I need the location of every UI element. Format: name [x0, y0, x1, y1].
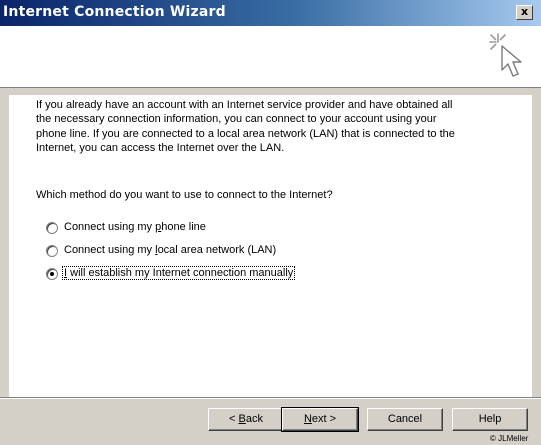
radio-phone-line[interactable] [46, 222, 58, 234]
button-text: Help [478, 413, 502, 425]
button-text: Cancel [387, 413, 423, 425]
close-button[interactable]: x [516, 5, 533, 20]
button-text: ack [245, 413, 263, 425]
label-text: Connect using my [64, 221, 156, 233]
internet-connection-wizard-window: Internet Connection Wizard x If you alre… [0, 0, 541, 445]
radio-lan[interactable] [46, 245, 58, 257]
option-phone-line-label[interactable]: Connect using my phone line [63, 221, 207, 233]
accelerator-key: B [238, 413, 246, 425]
title-bar[interactable]: Internet Connection Wizard x [0, 0, 541, 26]
cancel-button[interactable]: Cancel [367, 408, 443, 431]
intro-line: phone line. If you are connected to a lo… [36, 127, 455, 140]
intro-line: If you already have an account with an I… [36, 99, 453, 111]
intro-text: If you already have an account with an I… [36, 98, 476, 156]
button-text: < [229, 413, 239, 425]
option-lan-label[interactable]: Connect using my local area network (LAN… [63, 244, 277, 256]
label-text: will establish my Internet connection ma… [67, 267, 294, 279]
back-button[interactable]: < Back [208, 408, 284, 431]
help-button[interactable]: Help [452, 408, 528, 431]
connection-question: Which method do you want to use to conne… [36, 189, 333, 201]
wizard-header [0, 26, 541, 88]
intro-line: the necessary connection information, yo… [36, 113, 437, 126]
accelerator-key: N [303, 413, 312, 425]
label-text: Connect using my [64, 244, 156, 256]
close-icon: x [520, 5, 529, 18]
footer-divider [0, 397, 541, 399]
copyright-text: © JLMeller [490, 434, 529, 443]
intro-line: Internet, you can access the Internet ov… [36, 142, 285, 155]
wizard-cursor-icon [489, 33, 522, 77]
label-text: hone line [161, 221, 206, 233]
label-text: ocal area network (LAN) [157, 244, 277, 256]
next-button[interactable]: Next > [281, 407, 359, 432]
window-title: Internet Connection Wizard [3, 4, 226, 20]
radio-selected-dot [50, 272, 54, 276]
radio-manual[interactable] [46, 268, 58, 280]
option-manual-label[interactable]: I will establish my Internet connection … [61, 266, 296, 280]
button-text: ext > [311, 413, 337, 425]
